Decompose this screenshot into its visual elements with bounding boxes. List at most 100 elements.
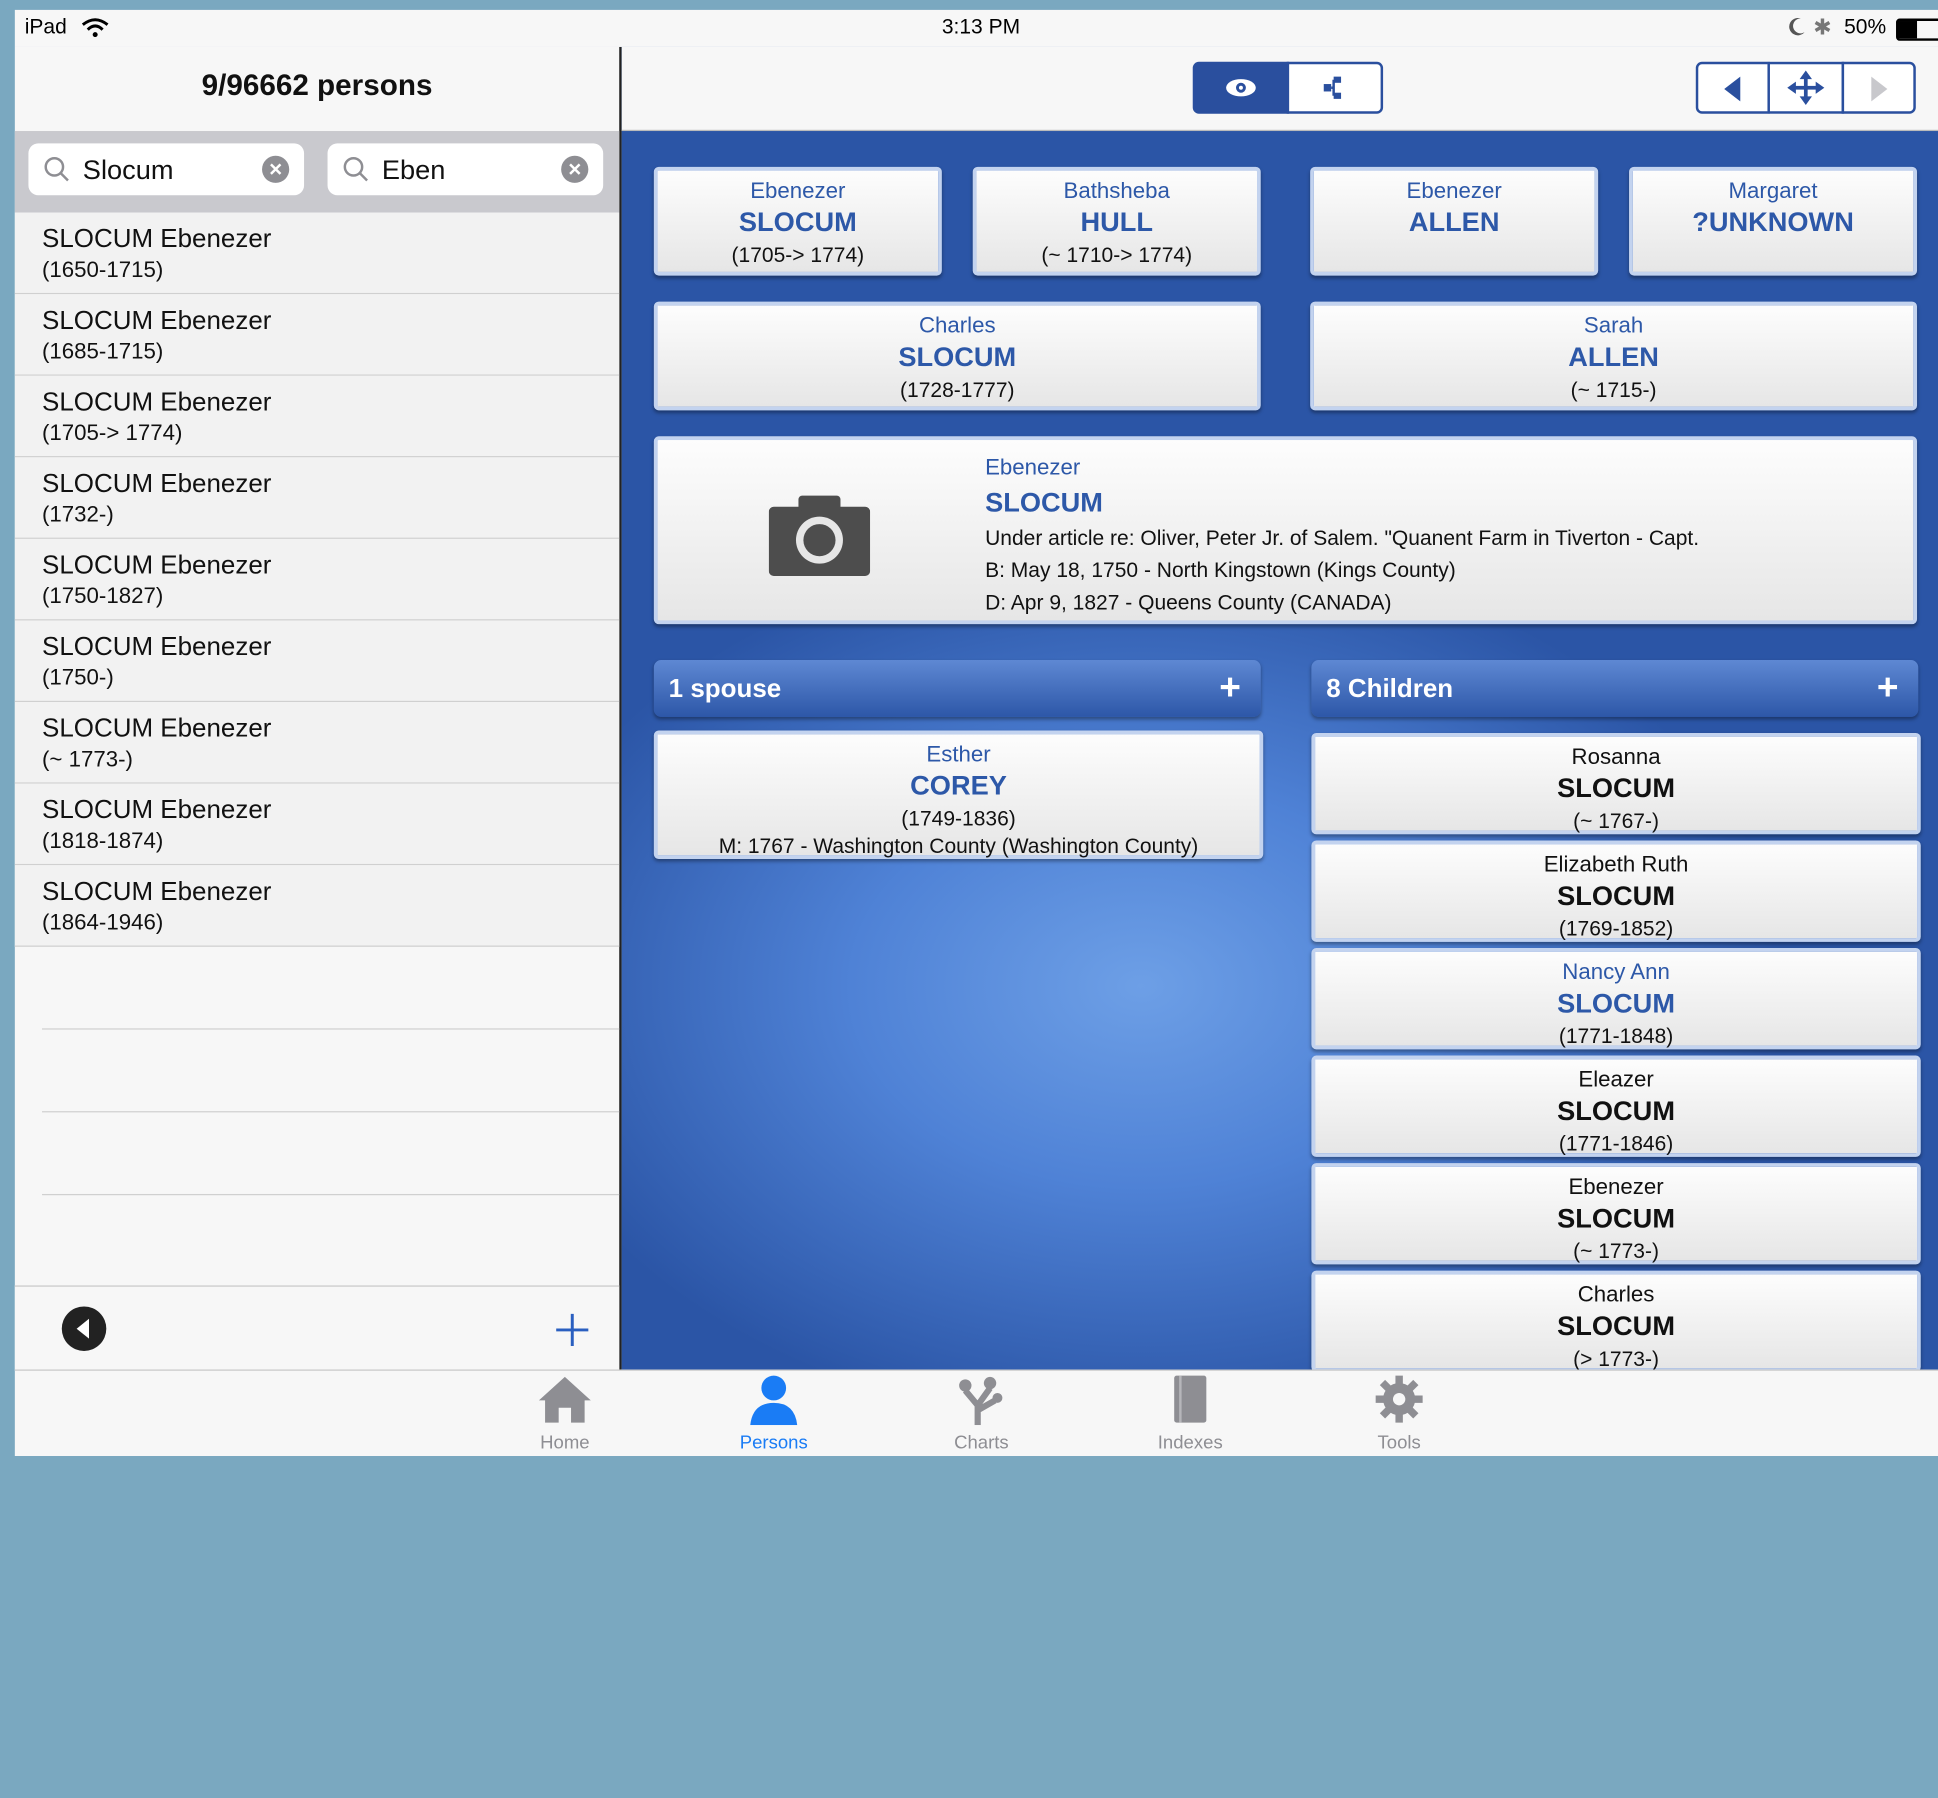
tab-home[interactable]: Home <box>497 1373 633 1454</box>
list-item[interactable]: SLOCUM Ebenezer (1650-1715) <box>14 212 620 295</box>
first-name: Elizabeth Ruth <box>1543 851 1689 877</box>
search-bar: Slocum ✕ Eben ✕ <box>14 131 620 213</box>
life-dates: (1728-1777) <box>900 378 1015 402</box>
child-card[interactable]: Charles SLOCUM (> 1773-) <box>1311 1270 1921 1372</box>
last-name: SLOCUM <box>738 206 857 238</box>
spouse-count: 1 spouse <box>668 674 782 704</box>
last-name: ALLEN <box>1408 206 1500 238</box>
child-card[interactable]: Eleazer SLOCUM (1771-1846) <box>1311 1055 1921 1157</box>
person-name: SLOCUM Ebenezer <box>42 224 272 254</box>
death-info: D: Apr 9, 1827 - Queens County (CANADA) <box>985 590 1392 615</box>
life-dates: (~ 1715-) <box>1570 378 1657 402</box>
battery-label: 50% <box>1844 14 1887 39</box>
four-way-arrows-icon <box>1787 70 1825 106</box>
family-toolbar <box>621 46 1938 132</box>
list-item[interactable]: SLOCUM Ebenezer (1705-> 1774) <box>14 375 620 458</box>
last-name: COREY <box>910 770 1007 801</box>
life-dates: (1705-> 1774) <box>731 243 865 267</box>
marriage-info: M: 1767 - Washington County (Washington … <box>718 834 1199 858</box>
clock: 3:13 PM <box>941 14 1021 39</box>
child-card[interactable]: Nancy Ann SLOCUM (1771-1848) <box>1311 948 1921 1050</box>
moon-icon <box>1789 18 1805 36</box>
person-name: SLOCUM Ebenezer <box>42 877 272 906</box>
next-button[interactable] <box>1841 61 1916 114</box>
view-mode-button[interactable] <box>1192 61 1290 114</box>
add-person-button[interactable] <box>554 1311 591 1348</box>
first-name: Ebenezer <box>1406 177 1502 203</box>
first-name: Esther <box>926 741 991 767</box>
wifi-icon <box>81 18 109 38</box>
last-name: ?UNKNOWN <box>1692 206 1854 238</box>
first-name: Ebenezer <box>985 454 1081 480</box>
list-item[interactable]: SLOCUM Ebenezer (1750-) <box>14 620 620 703</box>
list-item[interactable]: SLOCUM Ebenezer (1818-1874) <box>14 783 620 866</box>
last-name: SLOCUM <box>898 341 1017 373</box>
list-item[interactable]: SLOCUM Ebenezer (~ 1773-) <box>14 702 620 784</box>
person-icon <box>750 1375 798 1426</box>
birth-info: B: May 18, 1750 - North Kingstown (Kings… <box>985 558 1456 583</box>
last-name: SLOCUM <box>1557 1095 1675 1126</box>
tab-indexes[interactable]: Indexes <box>1122 1373 1258 1454</box>
family-view: Ebenezer SLOCUM (1705-> 1774) Bathsheba … <box>621 46 1938 1372</box>
list-item[interactable]: SLOCUM Ebenezer (1864-1946) <box>14 865 620 947</box>
person-dates: (1650-1715) <box>42 257 164 282</box>
life-dates: (> 1773-) <box>1573 1347 1659 1371</box>
previous-button[interactable] <box>1695 61 1770 114</box>
last-name: ALLEN <box>1568 341 1659 373</box>
life-dates: (1769-1852) <box>1558 917 1674 941</box>
child-card[interactable]: Rosanna SLOCUM (~ 1767-) <box>1311 732 1921 835</box>
tab-persons[interactable]: Persons <box>706 1373 842 1454</box>
add-spouse-button[interactable]: + <box>1219 667 1241 709</box>
persons-panel: 9/96662 persons Slocum ✕ Eben ✕ SLOCUM E… <box>14 46 622 1371</box>
last-name: SLOCUM <box>1557 1202 1675 1234</box>
grandparent-card[interactable]: Margaret ?UNKNOWN <box>1629 166 1918 276</box>
bluetooth-icon: ✱ <box>1813 14 1832 40</box>
grandparent-card[interactable]: Bathsheba HULL (~ 1710-> 1774) <box>972 166 1261 276</box>
hierarchy-icon <box>1323 76 1342 99</box>
person-dates: (1750-) <box>42 664 114 690</box>
father-card[interactable]: Charles SLOCUM (1728-1777) <box>653 301 1261 411</box>
add-child-button[interactable]: + <box>1877 667 1899 709</box>
search-icon <box>343 156 368 182</box>
grandparent-card[interactable]: Ebenezer SLOCUM (1705-> 1774) <box>653 166 942 276</box>
list-item[interactable]: SLOCUM Ebenezer (1750-1827) <box>14 538 620 621</box>
back-arrow-icon <box>76 1318 89 1339</box>
mother-card[interactable]: Sarah ALLEN (~ 1715-) <box>1310 301 1918 411</box>
spouse-card[interactable]: Esther COREY (1749-1836) M: 1767 - Washi… <box>653 730 1264 860</box>
first-name: Ebenezer <box>750 177 846 203</box>
list-item[interactable]: SLOCUM Ebenezer (1685-1715) <box>14 294 620 376</box>
child-card[interactable]: Ebenezer SLOCUM (~ 1773-) <box>1311 1163 1921 1265</box>
person-dates: (~ 1773-) <box>42 746 133 772</box>
main-person-card[interactable]: Ebenezer SLOCUM Under article re: Oliver… <box>653 436 1918 625</box>
clear-surname-icon[interactable]: ✕ <box>262 155 290 183</box>
given-name-search-field[interactable]: Eben ✕ <box>327 143 604 196</box>
list-item[interactable]: SLOCUM Ebenezer (1732-) <box>14 457 620 539</box>
navigate-button[interactable] <box>1767 61 1845 114</box>
child-card[interactable]: Elizabeth Ruth SLOCUM (1769-1852) <box>1311 840 1921 942</box>
surname-search-value: Slocum <box>82 154 174 186</box>
last-name: SLOCUM <box>1557 1310 1675 1342</box>
back-button[interactable] <box>61 1306 107 1351</box>
life-dates: (~ 1773-) <box>1573 1239 1659 1264</box>
first-name: Bathsheba <box>1063 177 1170 203</box>
life-dates: (1771-1848) <box>1558 1024 1674 1049</box>
grandparent-card[interactable]: Ebenezer ALLEN <box>1310 166 1599 276</box>
last-name: SLOCUM <box>1557 772 1675 804</box>
person-name: SLOCUM Ebenezer <box>42 714 272 743</box>
home-icon <box>538 1376 591 1423</box>
camera-icon[interactable] <box>768 494 871 576</box>
life-dates: (1771-1846) <box>1558 1132 1674 1156</box>
surname-search-field[interactable]: Slocum ✕ <box>28 143 305 196</box>
tab-tools[interactable]: Tools <box>1331 1373 1467 1454</box>
children-count: 8 Children <box>1326 674 1454 704</box>
tree-mode-button[interactable] <box>1286 61 1384 114</box>
clear-given-name-icon[interactable]: ✕ <box>561 155 589 183</box>
first-name: Rosanna <box>1571 744 1661 769</box>
person-name: SLOCUM Ebenezer <box>42 551 272 580</box>
first-name: Eleazer <box>1578 1066 1654 1092</box>
person-name: SLOCUM Ebenezer <box>42 306 272 335</box>
tab-charts[interactable]: Charts <box>913 1373 1049 1454</box>
last-name: SLOCUM <box>1557 987 1675 1019</box>
battery-icon <box>1896 18 1938 41</box>
left-arrow-icon <box>1724 76 1741 102</box>
